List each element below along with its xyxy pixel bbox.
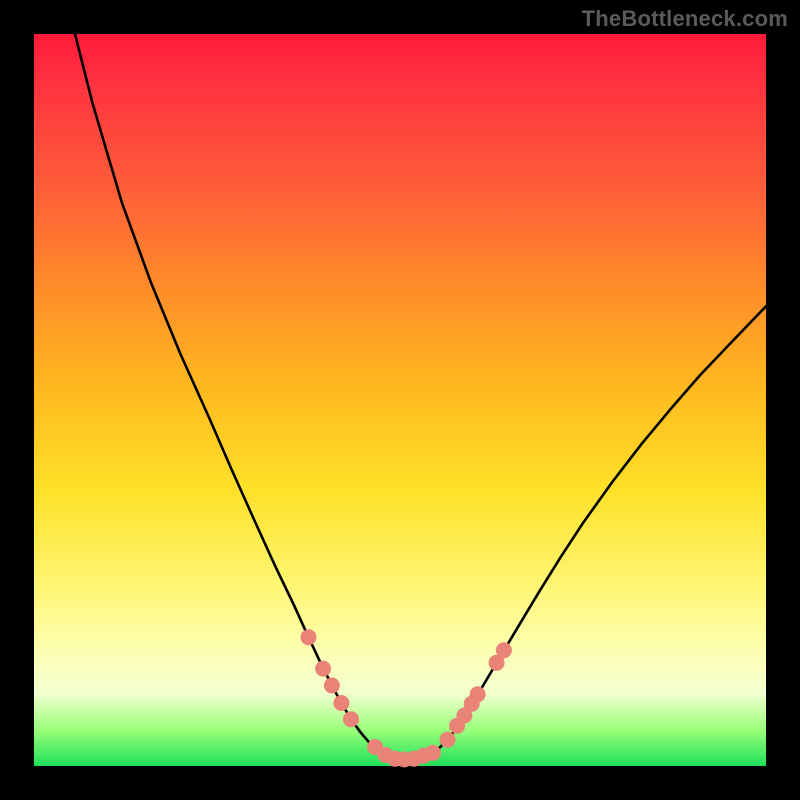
chart-svg: [34, 34, 766, 766]
curve-marker: [315, 661, 331, 677]
curve-marker: [440, 732, 456, 748]
bottleneck-curve: [75, 34, 766, 759]
curve-marker: [343, 711, 359, 727]
watermark-text: TheBottleneck.com: [582, 6, 788, 32]
curve-marker: [324, 678, 340, 694]
curve-marker: [301, 629, 317, 645]
curve-markers: [301, 629, 512, 767]
curve-marker: [333, 695, 349, 711]
plot-area: [34, 34, 766, 766]
chart-frame: TheBottleneck.com: [0, 0, 800, 800]
curve-marker: [496, 642, 512, 658]
curve-marker: [470, 686, 486, 702]
curve-marker: [425, 745, 441, 761]
curve-path: [75, 34, 766, 759]
